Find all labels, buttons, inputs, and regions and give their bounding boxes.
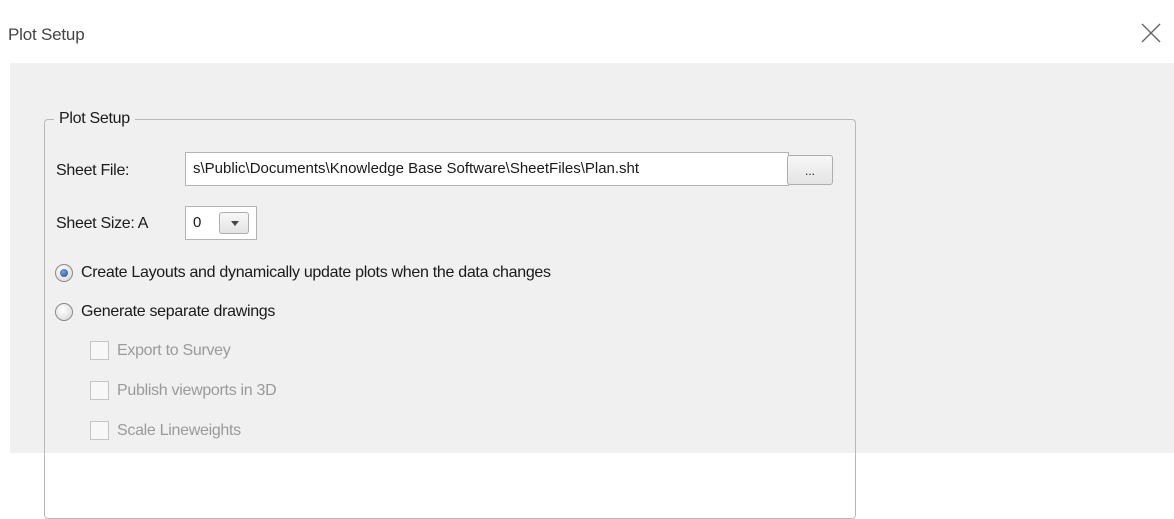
scale-lineweights-label: Scale Lineweights xyxy=(117,422,241,439)
browse-button[interactable]: ... xyxy=(787,155,833,185)
window-title: Plot Setup xyxy=(8,25,85,44)
radio-generate-drawings[interactable] xyxy=(55,303,73,321)
title-bar: Plot Setup xyxy=(0,0,1174,63)
chevron-down-icon xyxy=(231,221,239,226)
option-create-layouts-label: Create Layouts and dynamically update pl… xyxy=(81,264,551,281)
radio-selected-dot xyxy=(60,269,68,277)
close-icon[interactable] xyxy=(1138,20,1164,46)
sheet-size-dropdown-button[interactable] xyxy=(219,212,249,234)
sheet-file-input[interactable]: s\Public\Documents\Knowledge Base Softwa… xyxy=(185,152,789,186)
radio-create-layouts[interactable] xyxy=(55,264,73,282)
checkbox-export-to-survey[interactable] xyxy=(90,341,109,360)
sheet-size-select[interactable]: 0 xyxy=(185,206,257,240)
sheet-file-label: Sheet File: xyxy=(56,162,130,179)
sheet-size-label: Sheet Size: A xyxy=(56,215,149,232)
checkbox-publish-viewports-3d[interactable] xyxy=(90,381,109,400)
publish-viewports-label: Publish viewports in 3D xyxy=(117,382,277,399)
sheet-size-value: 0 xyxy=(193,214,202,231)
checkbox-scale-lineweights[interactable] xyxy=(90,421,109,440)
dialog-body: Plot Setup Sheet File: s\Public\Document… xyxy=(10,63,1174,519)
group-legend: Plot Setup xyxy=(54,110,135,128)
export-to-survey-label: Export to Survey xyxy=(117,342,231,359)
option-generate-drawings-label: Generate separate drawings xyxy=(81,303,276,320)
